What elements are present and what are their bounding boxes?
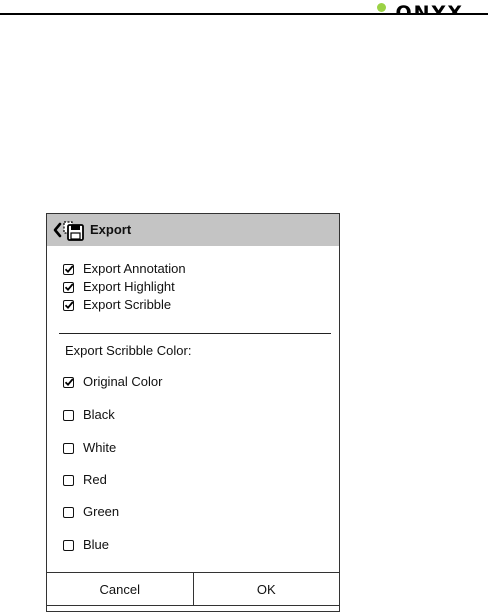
ok-button[interactable]: OK [194,573,340,605]
status-bar-rule [0,13,488,15]
option-label: Original Color [83,374,163,389]
divider [59,333,331,334]
color-option-blue[interactable]: Blue [63,537,109,553]
option-label: Blue [83,537,110,552]
option-label: Export Highlight [83,279,175,294]
screen: ONYX Export Export Annotation Export Hig… [0,0,488,615]
brand-logo: ONYX [395,2,464,14]
option-label: Export Annotation [83,261,186,276]
checkbox[interactable] [63,376,74,388]
brand-dot [377,3,386,12]
cancel-button[interactable]: Cancel [47,573,194,605]
checkmark-icon [64,282,74,291]
dialog-header: Export [47,214,339,246]
checkbox[interactable] [63,409,74,421]
option-export-scribble[interactable]: Export Scribble [63,297,171,313]
checkbox[interactable] [63,263,74,275]
chevron-left-icon[interactable] [52,222,62,238]
dialog-title: Export [90,222,132,237]
option-label: Green [83,504,120,519]
checkmark-icon [64,264,74,273]
checkbox[interactable] [63,506,74,518]
export-icon [63,221,84,241]
option-label: Export Scribble [83,297,172,312]
checkbox[interactable] [63,299,74,311]
export-dialog: Export Export Annotation Export Highligh… [46,213,340,612]
color-option-green[interactable]: Green [63,504,119,520]
color-option-black[interactable]: Black [63,407,115,423]
color-option-original[interactable]: Original Color [63,374,162,390]
option-export-annotation[interactable]: Export Annotation [63,261,186,277]
checkbox[interactable] [63,442,74,454]
checkmark-icon [64,300,74,309]
option-label: Black [83,407,115,422]
checkbox[interactable] [63,539,74,551]
dialog-buttons: Cancel OK [47,572,339,606]
checkmark-icon [64,377,74,386]
checkbox[interactable] [63,281,74,293]
color-option-red[interactable]: Red [63,472,107,488]
option-export-highlight[interactable]: Export Highlight [63,279,175,295]
checkbox[interactable] [63,474,74,486]
option-label: White [83,440,117,455]
option-label: Red [83,472,107,487]
scribble-color-label: Export Scribble Color: [65,343,192,358]
color-option-white[interactable]: White [63,440,116,456]
